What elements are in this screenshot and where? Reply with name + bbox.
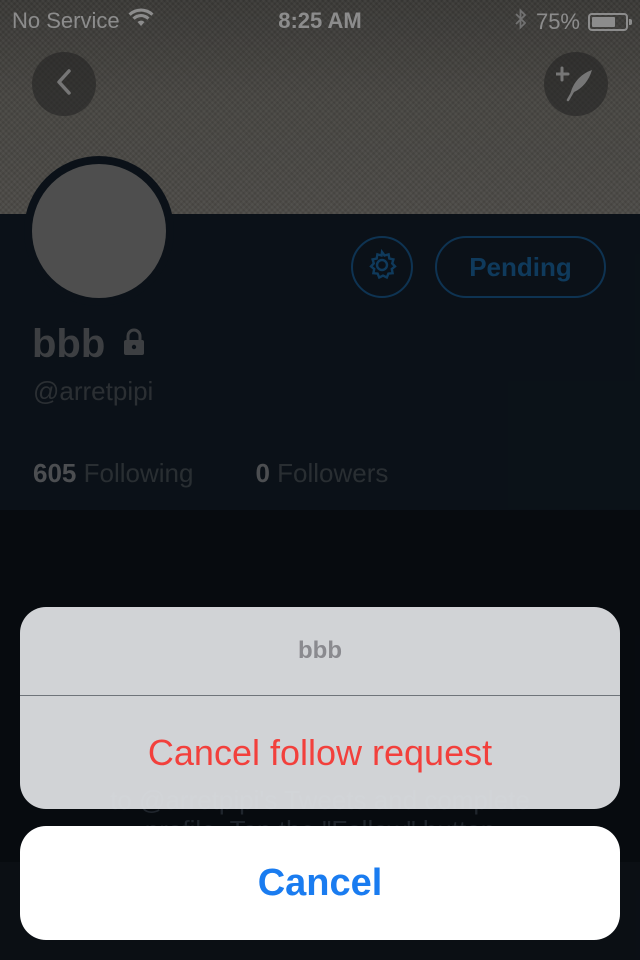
- action-sheet-title: bbb: [20, 607, 620, 696]
- action-sheet: bbb Cancel follow request: [20, 607, 620, 809]
- modal-overlay[interactable]: [0, 0, 640, 960]
- cancel-button[interactable]: Cancel: [20, 826, 620, 940]
- cancel-follow-request-button[interactable]: Cancel follow request: [20, 696, 620, 809]
